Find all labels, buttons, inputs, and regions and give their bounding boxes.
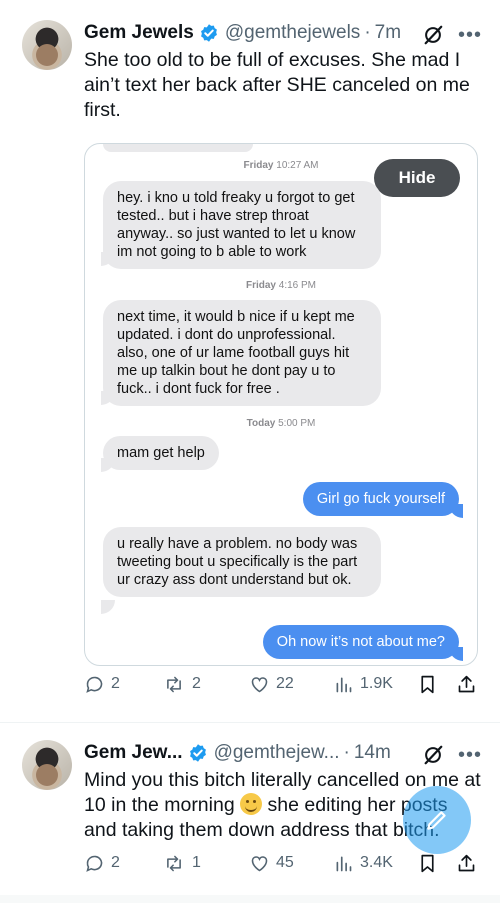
avatar[interactable] [22,20,72,70]
display-name[interactable]: Gem Jew... [84,742,183,764]
compose-button[interactable] [403,786,471,854]
view-count: 3.4K [360,854,393,871]
compose-icon [427,811,446,830]
view-count: 1.9K [360,675,393,692]
like-button[interactable]: 22 [249,674,294,695]
handle[interactable]: @gemthejew... [214,742,340,764]
share-icon [458,675,475,692]
handle[interactable]: @gemthejewels [225,22,360,44]
separator-dot: · [343,742,350,763]
cut-off-bubble [103,144,253,152]
like-count: 45 [276,854,294,871]
more-icon[interactable]: ••• [458,745,482,765]
like-icon [251,855,268,871]
verified-badge-icon [188,743,208,763]
reply-button[interactable]: 2 [84,674,120,695]
tweet-image[interactable]: Hide Friday 10:27 AM hey. i kno u told f… [84,143,478,666]
like-count: 22 [276,675,294,692]
sent-message: Oh now it’s not about me? [262,625,459,659]
repost-icon [167,855,181,871]
repost-count: 2 [192,675,201,692]
received-message: hey. i kno u told freaky u forgot to get… [103,181,381,269]
views-icon [336,856,352,871]
share-button[interactable] [456,853,477,874]
reply-count: 2 [111,675,120,692]
avatar[interactable] [22,740,72,790]
share-icon [458,854,475,871]
tweet-header: Gem Jew... @gemthejew... · 14m [84,742,391,764]
bookmark-icon [421,854,434,872]
message-timestamp: Today 5:00 PM [246,418,316,429]
bookmark-button[interactable] [417,674,438,695]
display-name[interactable]: Gem Jewels [84,22,194,44]
reply-button[interactable]: 2 [84,853,120,874]
repost-button[interactable]: 1 [162,853,201,874]
views-button[interactable]: 3.4K [333,853,393,874]
bookmark-button[interactable] [417,853,438,874]
sent-message: Girl go fuck yourself [302,482,459,516]
tweet-1[interactable]: Gem Jewels @gemthejewels · 7m ••• She to… [0,0,500,722]
grok-icon[interactable] [422,744,444,766]
repost-button[interactable]: 2 [162,674,201,695]
timestamp[interactable]: 7m [375,22,401,44]
message-timestamp: Friday 4:16 PM [245,280,317,291]
share-button[interactable] [456,674,477,695]
message-timestamp: Friday 10:27 AM [243,160,319,171]
like-icon [251,676,268,692]
received-message: mam get help [103,436,219,470]
separator-dot: · [364,22,371,43]
tweet-header: Gem Jewels @gemthejewels · 7m [84,22,401,44]
reply-icon [86,676,103,693]
bookmark-icon [421,675,434,693]
reply-count: 2 [111,854,120,871]
views-button[interactable]: 1.9K [333,674,393,695]
grok-icon[interactable] [422,24,444,46]
more-icon[interactable]: ••• [458,25,482,45]
like-button[interactable]: 45 [249,853,294,874]
reply-icon [86,855,103,872]
received-message: u really have a problem. no body was twe… [103,527,381,597]
smiling-face-emoji-icon [240,793,263,815]
timestamp[interactable]: 14m [354,742,391,764]
verified-badge-icon [199,23,219,43]
repost-icon [167,676,181,692]
views-icon [336,677,352,692]
tweet-text: She too old to be full of excuses. She m… [84,49,470,121]
repost-count: 1 [192,854,201,871]
bottom-nav-edge [0,895,500,903]
received-message: next time, it would b nice if u kept me … [103,300,381,406]
